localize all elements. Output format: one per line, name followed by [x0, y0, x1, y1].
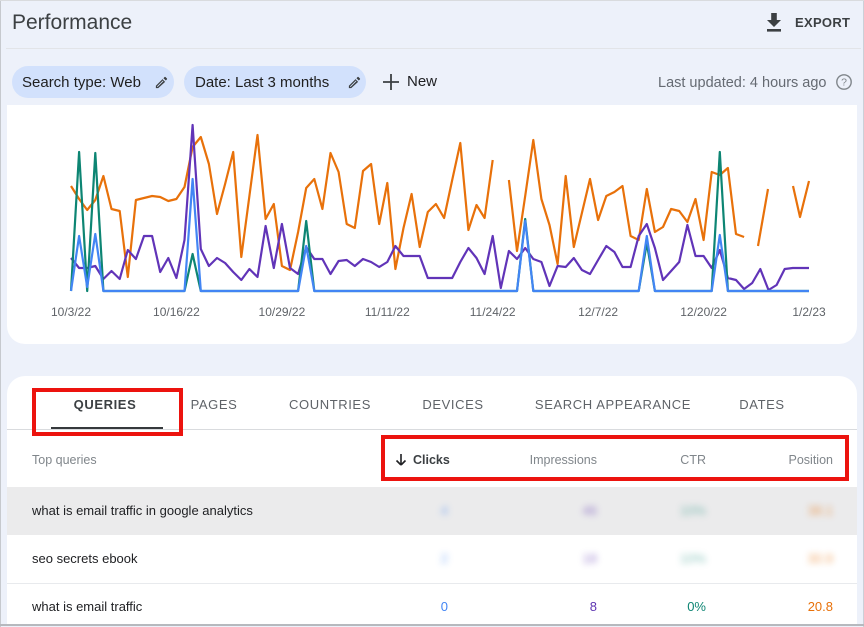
svg-text:?: ? — [841, 77, 847, 89]
